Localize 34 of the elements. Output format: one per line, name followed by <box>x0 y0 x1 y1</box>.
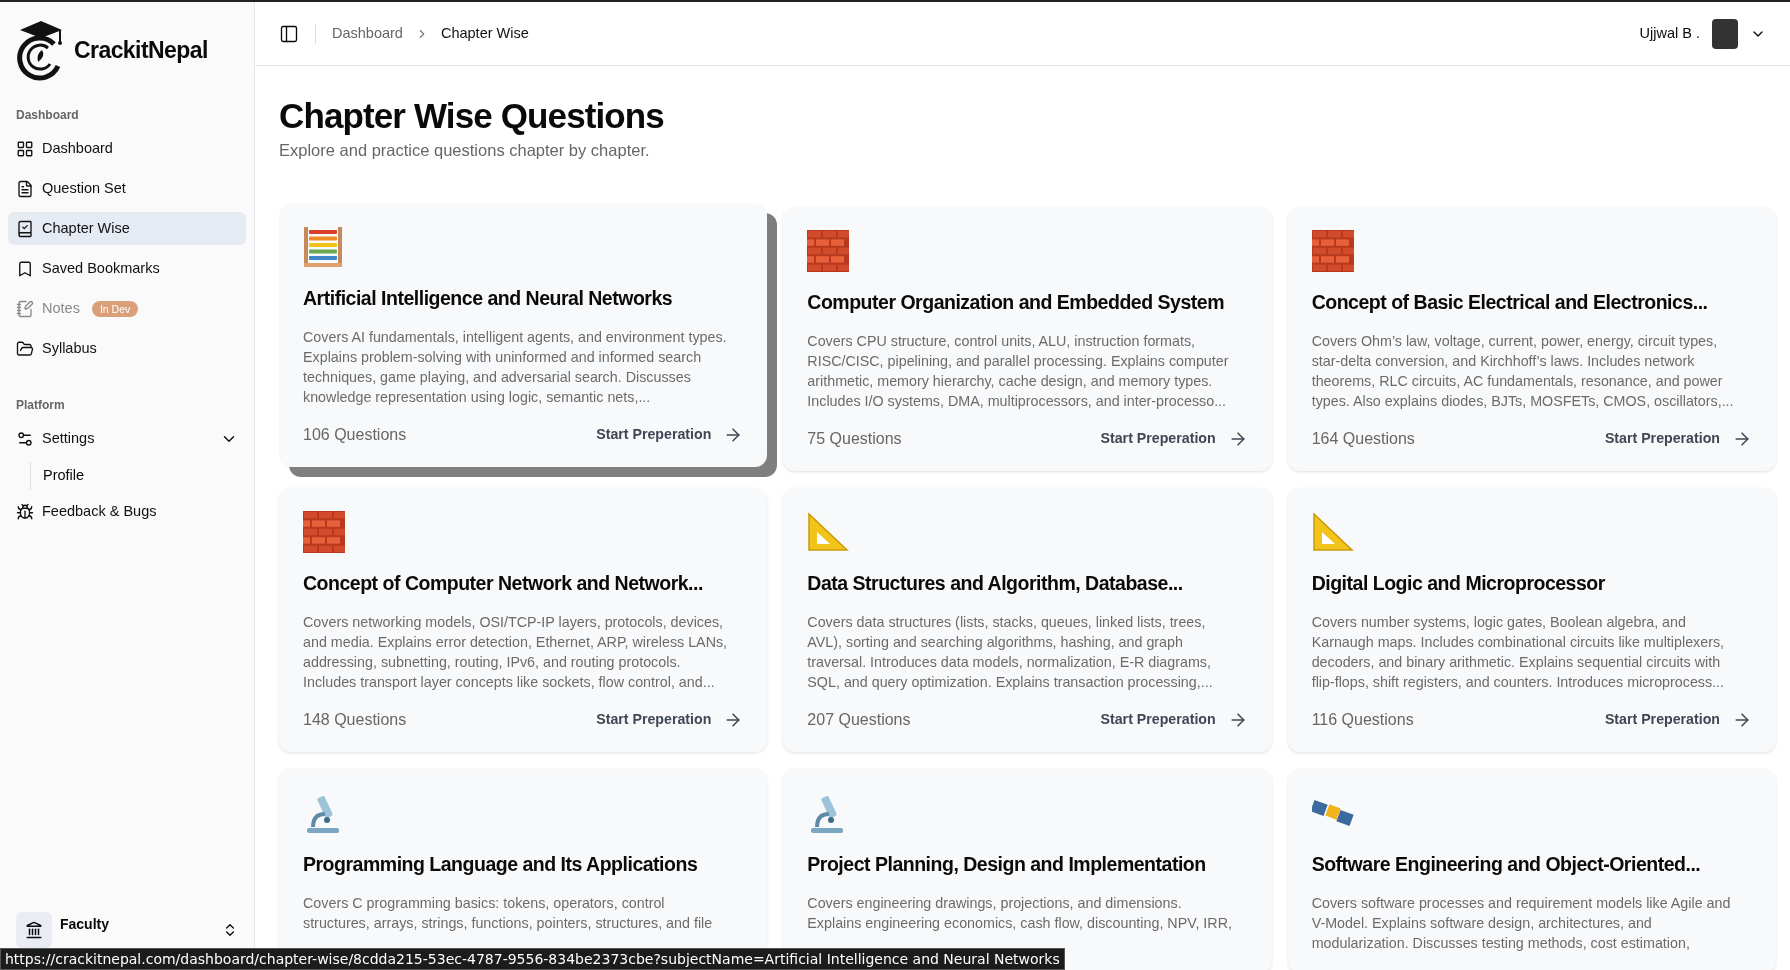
page-subtitle: Explore and practice questions chapter by chapter. <box>279 140 651 161</box>
question-count: 75 Questions <box>807 428 902 449</box>
link-url-tooltip: https://crackitnepal.com/dashboard/chapter-wise/8cdda215-53ec-4787-9556-834be2373cbe?subjectName=Artificial Intelligence and Neural Networks <box>0 948 1065 970</box>
card-description: Covers engineering drawings, projections, and dimensions. Explains engineering economics, cash flow, discounting, NPV, IRR, <box>807 893 1233 933</box>
card-title: Concept of Basic Electrical and Electronics... <box>1311 289 1709 315</box>
page-title: Chapter Wise Questions <box>279 96 665 136</box>
card-title: Artificial Intelligence and Neural Networks <box>303 285 674 311</box>
breadcrumb-item: Chapter Wise <box>440 23 529 43</box>
card-title: Digital Logic and Microprocessor <box>1311 570 1606 596</box>
card-description: Covers data structures (lists, stacks, queues, linked lists, trees, AVL), sorting and searching algorithms, hashing, and graph traversal. Introduces data models, normalization, E-R diagrams, SQL, and query optimization. Explains transaction processing,... <box>807 612 1214 692</box>
card-title: Programming Language and Its Applications <box>303 851 699 877</box>
card-description: Covers software processes and requirement models like Agile and V-Model. Explains software design, architectures, and modularization. Discusses testing methods, cost estimation, <box>1311 893 1732 953</box>
status-badge: In Dev <box>91 300 139 317</box>
question-count: 207 Questions <box>807 709 911 730</box>
card-title: Data Structures and Algorithm, Database... <box>807 570 1184 596</box>
question-count: 148 Questions <box>303 709 407 730</box>
card-description: Covers networking models, OSI/TCP-IP layers, protocols, devices, and media. Explains error detection, Ethernet, ARP, wireless LANs, addressing, subnetting, routing, IPv6, and routing protocols. Includes transport layer concepts like sockets, flow control, and... <box>303 612 729 692</box>
question-count: 116 Questions <box>1311 709 1414 730</box>
card-title: Concept of Computer Network and Network... <box>303 570 704 596</box>
card-title: Project Planning, Design and Implementation <box>807 851 1207 877</box>
section-label: Platform <box>15 397 66 414</box>
card-description: Covers Ohm’s law, voltage, current, power, energy, circuit types, star-delta conversion, and Kirchhoff’s laws. Includes network theorems, RLC circuits, AC fundamentals, resonance, and power types. Also explains diodes, BJTs, MOSFETs, CMOS, oscillators,... <box>1311 331 1735 411</box>
brand-name: CrackitNepal <box>74 35 208 65</box>
question-count: 106 Questions <box>303 424 407 445</box>
card-description: Covers AI fundamentals, intelligent agents, and environment types. Explains problem-solving with uninformed and informed search techniques, game playing, and adversarial search. Discusses knowledge representation using logic, semantic nets,... <box>303 327 728 407</box>
card-description: Covers number systems, logic gates, Boolean algebra, and Karnaugh maps. Includes combinational circuits like multiplexers, decoders, and binary arithmetic. Explains sequential circuits with flip-flops, shift registers, and counters. Introduces microprocess... <box>1311 612 1726 692</box>
card-title: Software Engineering and Object-Oriented... <box>1311 851 1702 877</box>
question-count: 164 Questions <box>1311 428 1415 449</box>
section-label: Dashboard <box>15 107 80 124</box>
faculty-name: Faculty <box>60 914 109 934</box>
user-name: Ujjwal B . <box>1639 23 1700 43</box>
card-description: Covers C programming basics: tokens, operators, control structures, arrays, strings, functions, pointers, structures, and file <box>303 893 714 933</box>
card-description: Covers CPU structure, control units, ALU, instruction formats, RISC/CISC, pipelining, and parallel processing. Explains computer arithmetic, memory hierarchy, cache design, and memory types. Includes I/O systems, DMA, multiprocessors, and inter-processo... <box>807 331 1230 411</box>
card-title: Computer Organization and Embedded System <box>807 289 1225 315</box>
